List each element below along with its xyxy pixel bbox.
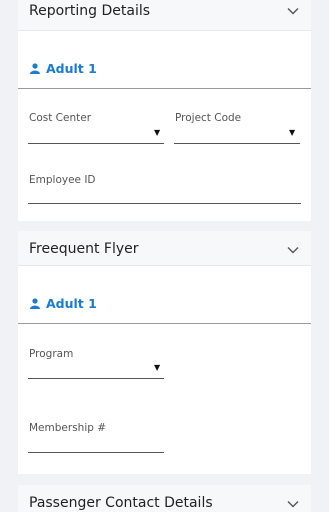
adult-1-row: Adult 1 — [18, 49, 311, 89]
adult-label: Adult 1 — [46, 61, 97, 76]
project-code-dropdown-icon[interactable]: ▼ — [289, 128, 295, 137]
employee-id-input[interactable] — [28, 203, 301, 204]
chevron-down-icon[interactable] — [287, 5, 299, 17]
divider — [18, 323, 311, 324]
chevron-down-icon[interactable] — [287, 244, 299, 256]
cost-center-label: Cost Center — [29, 112, 92, 124]
cost-center-dropdown-icon[interactable]: ▼ — [154, 128, 160, 137]
program-dropdown-icon[interactable]: ▼ — [154, 363, 160, 372]
employee-id-label: Employee ID — [29, 174, 96, 186]
adult-1-row: Adult 1 — [18, 284, 311, 324]
passenger-contact-header[interactable]: Passenger Contact Details — [18, 485, 311, 512]
program-select[interactable] — [28, 378, 164, 379]
project-code-select[interactable] — [174, 143, 300, 144]
user-icon — [30, 63, 40, 74]
reporting-details-card: Reporting Details Adult 1 Cost Center ▼ … — [18, 0, 311, 221]
passenger-contact-card: Passenger Contact Details — [18, 485, 311, 512]
program-label: Program — [29, 348, 74, 360]
membership-input[interactable] — [28, 452, 164, 453]
membership-label: Membership # — [29, 422, 107, 434]
project-code-label: Project Code — [175, 112, 242, 124]
frequent-flyer-title: Freequent Flyer — [29, 241, 139, 257]
cost-center-select[interactable] — [28, 143, 164, 144]
frequent-flyer-header[interactable]: Freequent Flyer — [18, 231, 311, 266]
reporting-details-header[interactable]: Reporting Details — [18, 0, 311, 31]
frequent-flyer-card: Freequent Flyer Adult 1 Program ▼ Member… — [18, 231, 311, 474]
adult-label: Adult 1 — [46, 296, 97, 311]
divider — [18, 88, 311, 89]
chevron-down-icon[interactable] — [287, 498, 299, 510]
reporting-details-title: Reporting Details — [29, 3, 151, 19]
passenger-contact-title: Passenger Contact Details — [29, 495, 213, 511]
user-icon — [30, 298, 40, 309]
